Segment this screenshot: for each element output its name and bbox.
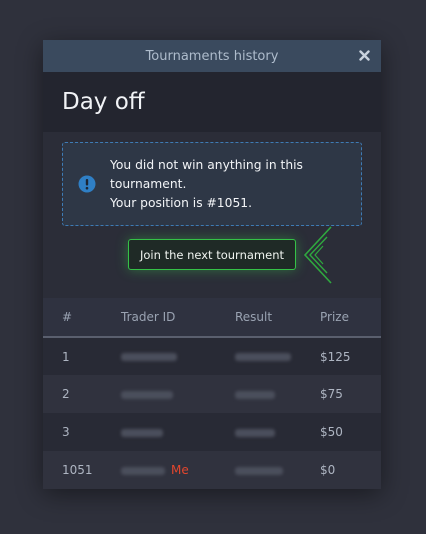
col-rank-header: # bbox=[62, 310, 73, 324]
redacted-result bbox=[235, 428, 275, 437]
cta-area: Join the next tournament bbox=[43, 226, 381, 287]
notice-line-2: tournament. bbox=[110, 176, 187, 191]
redacted-trader-id bbox=[121, 390, 173, 399]
col-prize-header: Prize bbox=[320, 310, 349, 324]
result-cell bbox=[235, 375, 320, 413]
notice-line-1: You did not win anything in this bbox=[110, 157, 303, 172]
result-cell bbox=[235, 337, 320, 375]
col-result-header: Result bbox=[235, 310, 273, 324]
prize-cell: $50 bbox=[320, 425, 343, 439]
me-badge: Me bbox=[171, 463, 189, 477]
redacted-trader-id bbox=[121, 353, 177, 361]
redacted-trader-id bbox=[121, 466, 165, 475]
redacted-result bbox=[235, 390, 275, 399]
result-cell bbox=[235, 451, 320, 489]
trader-id-cell bbox=[121, 413, 235, 451]
modal-header-title: Tournaments history bbox=[145, 48, 279, 64]
prize-cell: $75 bbox=[320, 387, 343, 401]
notice-line-3: Your position is #1051. bbox=[110, 195, 253, 210]
trader-id-cell bbox=[121, 375, 235, 413]
redacted-trader-id bbox=[121, 428, 163, 437]
page-title: Day off bbox=[62, 89, 145, 115]
table-row-me: 1051 Me $0 bbox=[43, 451, 381, 489]
rank-cell: 1051 bbox=[62, 463, 93, 477]
pointer-arrow-icon bbox=[303, 226, 332, 284]
table-header-row: # Trader ID Result Prize bbox=[43, 298, 381, 337]
info-icon bbox=[78, 175, 96, 193]
trader-id-cell bbox=[121, 337, 235, 375]
redacted-result bbox=[235, 466, 283, 475]
result-cell bbox=[235, 413, 320, 451]
modal-header: Tournaments history bbox=[43, 40, 381, 72]
rank-cell: 3 bbox=[62, 425, 70, 439]
title-bar: Day off bbox=[43, 72, 381, 132]
result-notice: You did not win anything in this tournam… bbox=[62, 142, 362, 226]
results-table: # Trader ID Result Prize 1 $125 2 $75 3 bbox=[43, 298, 381, 489]
table-row: 2 $75 bbox=[43, 375, 381, 413]
prize-cell: $125 bbox=[320, 349, 351, 364]
close-icon[interactable] bbox=[357, 48, 371, 62]
tournaments-history-modal: Tournaments history Day off You did not … bbox=[43, 40, 381, 489]
col-trader-id-header: Trader ID bbox=[121, 310, 176, 324]
join-next-tournament-button[interactable]: Join the next tournament bbox=[128, 239, 296, 270]
trader-id-cell: Me bbox=[121, 451, 235, 489]
redacted-result bbox=[235, 353, 291, 361]
rank-cell: 2 bbox=[62, 387, 70, 401]
table-row: 1 $125 bbox=[43, 337, 381, 375]
notice-text: You did not win anything in this tournam… bbox=[110, 156, 303, 213]
rank-cell: 1 bbox=[62, 349, 70, 364]
modal-body: You did not win anything in this tournam… bbox=[43, 132, 381, 308]
table-row: 3 $50 bbox=[43, 413, 381, 451]
prize-cell: $0 bbox=[320, 463, 336, 477]
